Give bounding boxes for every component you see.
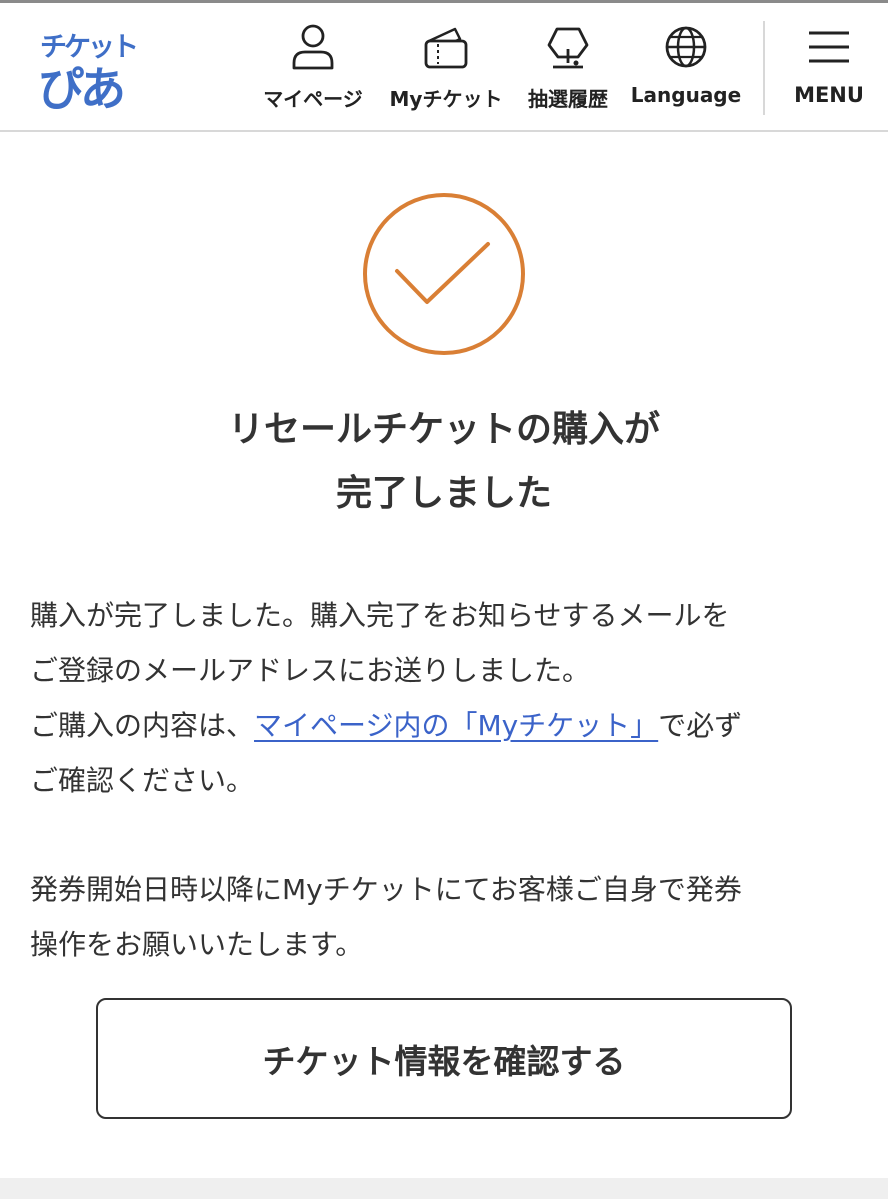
- message-text: で必ず: [658, 709, 743, 742]
- message-line: ご登録のメールアドレスにお送りしました。: [30, 654, 591, 687]
- message-line: 操作をお願いいたします。: [30, 928, 364, 961]
- message-line: 発券開始日時以降にMyチケットにてお客様ご自身で発券: [30, 873, 742, 906]
- globe-icon: [660, 21, 712, 73]
- nav-mypage[interactable]: マイページ: [258, 21, 368, 113]
- confirm-ticket-info-button[interactable]: チケット情報を確認する: [96, 998, 792, 1119]
- site-header: チケット ぴあ マイページ Myチケット 抽選履歴 Language MENU: [0, 3, 888, 132]
- message-line-with-link: ご購入の内容は、マイページ内の「Myチケット」で必ず: [30, 698, 870, 753]
- message-text: ご購入の内容は、: [30, 709, 255, 742]
- menu-button[interactable]: MENU: [786, 21, 872, 113]
- nav-language-label: Language: [630, 83, 742, 107]
- ticket-pia-logo[interactable]: チケット ぴあ: [38, 23, 139, 116]
- menu-label: MENU: [794, 83, 864, 107]
- completion-message: 購入が完了しました。購入完了をお知らせするメールを ご登録のメールアドレスにお送…: [30, 588, 870, 972]
- page-title: リセールチケットの購入が 完了しました: [0, 398, 888, 526]
- page-title-line2: 完了しました: [335, 473, 552, 514]
- lottery-icon: [542, 21, 594, 73]
- nav-lottery-label: 抽選履歴: [528, 87, 608, 111]
- ticket-icon: [420, 21, 472, 73]
- message-line: ご確認ください。: [30, 764, 255, 797]
- success-check-icon: [360, 192, 528, 358]
- logo-text-bottom: ぴあ: [38, 62, 126, 116]
- person-icon: [287, 21, 339, 73]
- message-line: 購入が完了しました。購入完了をお知らせするメールを: [30, 599, 730, 632]
- nav-mypage-label: マイページ: [263, 87, 363, 111]
- hamburger-icon: [803, 21, 855, 73]
- nav-language[interactable]: Language: [628, 21, 744, 113]
- nav-myticket-label: Myチケット: [389, 87, 503, 111]
- nav-divider: [763, 21, 765, 115]
- page-title-line1: リセールチケットの購入が: [227, 409, 660, 450]
- footer-band: [0, 1178, 888, 1199]
- nav-myticket[interactable]: Myチケット: [384, 21, 508, 113]
- myticket-link[interactable]: マイページ内の「Myチケット」: [254, 709, 658, 742]
- nav-lottery-history[interactable]: 抽選履歴: [522, 21, 614, 113]
